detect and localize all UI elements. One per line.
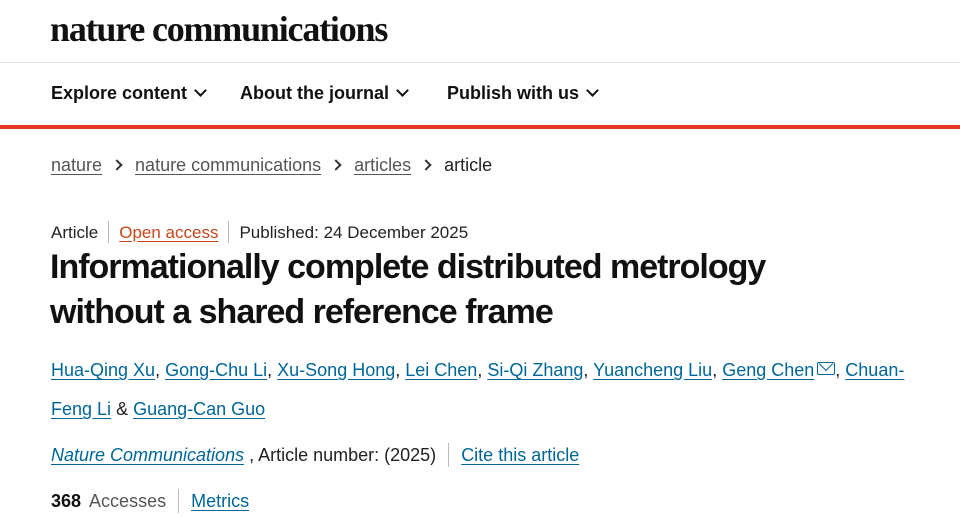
divider — [228, 221, 230, 243]
open-access-link[interactable]: Open access — [119, 223, 218, 242]
journal-link[interactable]: Nature Communications — [51, 445, 244, 465]
accesses-count: 368 — [51, 491, 82, 511]
author-link[interactable]: Gong-Chu Li — [165, 360, 267, 380]
article-meta: Article Open access Published: 24 December… — [51, 221, 468, 243]
author-link[interactable]: Hua-Qing Xu — [51, 360, 155, 380]
divider — [108, 221, 110, 243]
cite-this-article-link[interactable]: Cite this article — [461, 445, 579, 465]
chevron-down-icon — [586, 84, 599, 97]
breadcrumb-nature[interactable]: nature — [51, 155, 102, 175]
author-link[interactable]: Guang-Can Guo — [133, 399, 265, 419]
author-join: & — [116, 399, 129, 419]
mail-icon[interactable] — [817, 362, 836, 375]
nav-explore-content[interactable]: Explore content — [51, 83, 207, 104]
breadcrumb-nature-communications[interactable]: nature communications — [135, 155, 321, 175]
divider — [178, 489, 180, 513]
author-link[interactable]: Geng Chen — [722, 360, 814, 380]
accesses-label: Accesses — [89, 491, 167, 511]
metrics-line: 368 Accesses Metrics — [51, 489, 249, 513]
breadcrumb: nature nature communications articles artic… — [51, 155, 492, 176]
article-type: Article — [51, 223, 99, 242]
author-link[interactable]: Lei Chen — [405, 360, 477, 380]
published-date: Published: 24 December 2025 — [239, 223, 469, 242]
nav-publish-with-us[interactable]: Publish with us — [447, 83, 599, 104]
title-line-2: without a shared reference frame — [50, 293, 554, 331]
breadcrumb-articles[interactable]: articles — [354, 155, 411, 175]
journal-logo[interactable]: nature communications — [50, 8, 388, 50]
nav-about-journal[interactable]: About the journal — [240, 83, 409, 104]
chevron-down-icon — [194, 84, 207, 97]
divider — [448, 443, 450, 467]
author-link[interactable]: Yuancheng Liu — [593, 360, 712, 380]
article-number: , Article number: (2025) — [249, 445, 437, 465]
site-header: nature communications — [0, 0, 960, 63]
author-link[interactable]: Xu-Song Hong — [277, 360, 395, 380]
metrics-link[interactable]: Metrics — [191, 491, 249, 511]
chevron-right-icon — [111, 159, 123, 171]
breadcrumb-current: article — [444, 155, 493, 175]
chevron-right-icon — [330, 159, 342, 171]
chevron-down-icon — [396, 84, 409, 97]
title-line-1: Informationally complete distributed met… — [50, 248, 766, 286]
article-title: Informationally complete distributed met… — [50, 245, 910, 335]
chevron-right-icon — [420, 159, 432, 171]
citation-line: Nature Communications , Article number: … — [51, 443, 579, 467]
main-nav: Explore content About the journal Publis… — [0, 63, 960, 129]
author-list: Hua-Qing Xu, Gong-Chu Li, Xu-Song Hong, … — [51, 360, 905, 419]
author-link[interactable]: Si-Qi Zhang — [487, 360, 583, 380]
